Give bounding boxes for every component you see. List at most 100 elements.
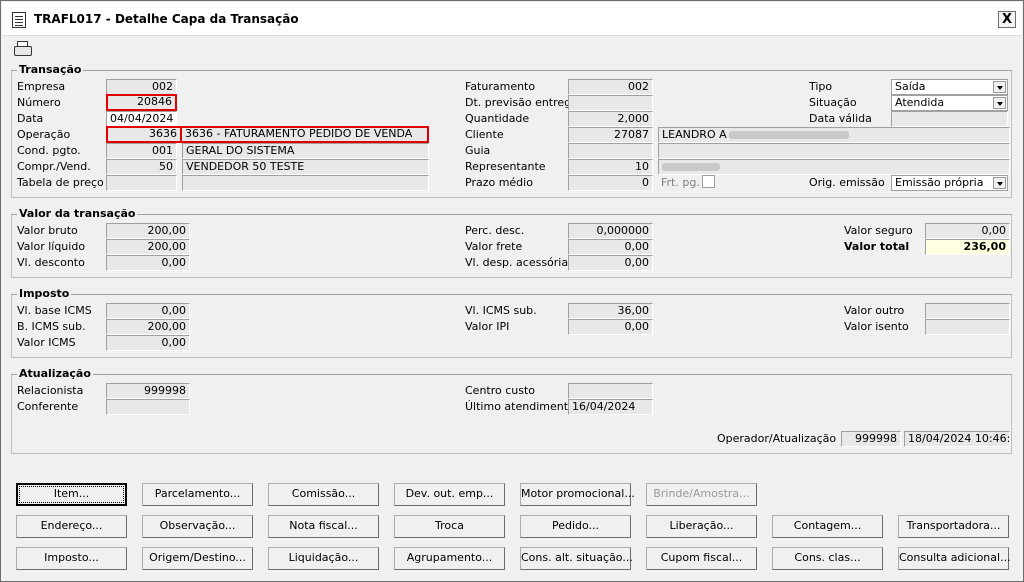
motor-promocional-button[interactable]: Motor promocional... bbox=[520, 483, 635, 506]
valor-frete-label: Valor frete bbox=[465, 240, 523, 253]
valor-isento-field[interactable] bbox=[925, 319, 1010, 335]
valor-seguro-label: Valor seguro bbox=[844, 224, 913, 237]
conferente-field[interactable] bbox=[106, 399, 190, 415]
data-valida-field[interactable] bbox=[891, 111, 1008, 127]
operador-code-field[interactable]: 999998 bbox=[841, 431, 901, 447]
endereco-button[interactable]: Endereço... bbox=[16, 515, 127, 538]
redacted-blur bbox=[662, 163, 720, 171]
dev-out-emp-button[interactable]: Dev. out. emp... bbox=[394, 483, 505, 506]
tipo-label: Tipo bbox=[809, 80, 833, 93]
valor-outro-field[interactable] bbox=[925, 303, 1010, 319]
valor-icms-field[interactable]: 0,00 bbox=[106, 335, 190, 351]
valor-bruto-field[interactable]: 200,00 bbox=[106, 223, 190, 239]
valor-ipi-label: Valor IPI bbox=[465, 320, 510, 333]
valor-outro-label: Valor outro bbox=[844, 304, 905, 317]
frt-pg-label: Frt. pg. bbox=[661, 176, 700, 189]
empresa-field[interactable]: 002 bbox=[106, 79, 177, 95]
cond-pgto-desc-field: GERAL DO SISTEMA bbox=[182, 143, 429, 159]
vl-icms-sub-field[interactable]: 36,00 bbox=[568, 303, 653, 319]
operador-datetime-field[interactable]: 18/04/2024 10:46:42 bbox=[904, 431, 1010, 447]
perc-desc-field[interactable]: 0,000000 bbox=[568, 223, 653, 239]
vl-icms-sub-label: Vl. ICMS sub. bbox=[465, 304, 537, 317]
parcelamento-button[interactable]: Parcelamento... bbox=[142, 483, 253, 506]
conferente-label: Conferente bbox=[17, 400, 79, 413]
valor-ipi-field[interactable]: 0,00 bbox=[568, 319, 653, 335]
document-icon bbox=[12, 12, 26, 28]
consulta-adicional-button[interactable]: Consulta adicional... bbox=[898, 547, 1011, 570]
situacao-label: Situação bbox=[809, 96, 857, 109]
frt-pg-checkbox[interactable] bbox=[702, 175, 715, 188]
window: TRAFL017 - Detalhe Capa da Transação X T… bbox=[0, 0, 1024, 582]
dt-previsao-field[interactable] bbox=[568, 95, 653, 111]
orig-emissao-select[interactable]: Emissão própria bbox=[891, 175, 1008, 191]
pedido-button[interactable]: Pedido... bbox=[520, 515, 631, 538]
vl-base-icms-field[interactable]: 0,00 bbox=[106, 303, 190, 319]
agrupamento-button[interactable]: Agrupamento... bbox=[394, 547, 505, 570]
b-icms-sub-field[interactable]: 200,00 bbox=[106, 319, 190, 335]
b-icms-sub-label: B. ICMS sub. bbox=[17, 320, 86, 333]
origem-destino-button[interactable]: Origem/Destino... bbox=[142, 547, 253, 570]
valor-frete-field[interactable]: 0,00 bbox=[568, 239, 653, 255]
cliente-name-field: LEANDRO A bbox=[658, 127, 1010, 143]
vl-desp-acessoria-label: Vl. desp. acessória bbox=[465, 256, 569, 269]
chevron-down-icon[interactable] bbox=[993, 97, 1006, 109]
compr-vend-code-field[interactable]: 50 bbox=[106, 159, 177, 175]
numero-label: Número bbox=[17, 96, 61, 109]
cons-alt-situacao-button[interactable]: Cons. alt. situação... bbox=[520, 547, 633, 570]
compr-vend-desc-field: VENDEDOR 50 TESTE bbox=[182, 159, 429, 175]
item-button[interactable]: Item... bbox=[16, 483, 127, 506]
vl-base-icms-label: Vl. base ICMS bbox=[17, 304, 92, 317]
numero-field[interactable]: 20846 bbox=[106, 94, 177, 111]
quantidade-field[interactable]: 2,000 bbox=[568, 111, 653, 127]
relacionista-field[interactable]: 999998 bbox=[106, 383, 190, 399]
printer-icon[interactable] bbox=[13, 41, 32, 57]
imposto-button[interactable]: Imposto... bbox=[16, 547, 127, 570]
nota-fiscal-button[interactable]: Nota fiscal... bbox=[268, 515, 379, 538]
situacao-select[interactable]: Atendida bbox=[891, 95, 1008, 111]
brinde-amostra-button[interactable]: Brinde/Amostra... bbox=[646, 483, 757, 506]
valor-total-field[interactable]: 236,00 bbox=[925, 239, 1010, 255]
chevron-down-icon[interactable] bbox=[993, 177, 1006, 189]
representante-code-field[interactable]: 10 bbox=[568, 159, 653, 175]
window-title: TRAFL017 - Detalhe Capa da Transação bbox=[34, 12, 299, 26]
compr-vend-label: Compr./Vend. bbox=[17, 160, 91, 173]
valor-liquido-field[interactable]: 200,00 bbox=[106, 239, 190, 255]
tipo-select[interactable]: Saída bbox=[891, 79, 1008, 95]
guia-code-field[interactable] bbox=[568, 143, 653, 159]
chevron-down-icon[interactable] bbox=[993, 81, 1006, 93]
valor-seguro-field[interactable]: 0,00 bbox=[925, 223, 1010, 239]
data-field[interactable]: 04/04/2024 bbox=[106, 111, 177, 127]
prazo-medio-field[interactable]: 0 bbox=[568, 175, 653, 191]
centro-custo-label: Centro custo bbox=[465, 384, 536, 397]
guia-label: Guia bbox=[465, 144, 491, 157]
cons-clas-button[interactable]: Cons. clas... bbox=[772, 547, 883, 570]
tabela-preco-code-field[interactable] bbox=[106, 175, 177, 191]
comissao-button[interactable]: Comissão... bbox=[268, 483, 379, 506]
empresa-label: Empresa bbox=[17, 80, 66, 93]
close-button[interactable]: X bbox=[998, 11, 1016, 28]
centro-custo-field[interactable] bbox=[568, 383, 653, 399]
group-title: Atualização bbox=[17, 367, 93, 380]
liquidacao-button[interactable]: Liquidação... bbox=[268, 547, 379, 570]
tipo-value: Saída bbox=[895, 80, 926, 93]
vl-desconto-field[interactable]: 0,00 bbox=[106, 255, 190, 271]
orig-emissao-value: Emissão própria bbox=[895, 176, 984, 189]
liberacao-button[interactable]: Liberação... bbox=[646, 515, 757, 538]
operacao-code-field[interactable]: 3636 bbox=[106, 126, 182, 143]
valor-bruto-label: Valor bruto bbox=[17, 224, 78, 237]
valor-icms-label: Valor ICMS bbox=[17, 336, 76, 349]
contagem-button[interactable]: Contagem... bbox=[772, 515, 883, 538]
cond-pgto-code-field[interactable]: 001 bbox=[106, 143, 177, 159]
cupom-fiscal-button[interactable]: Cupom fiscal... bbox=[646, 547, 757, 570]
operador-atualizacao-label: Operador/Atualização bbox=[717, 432, 837, 445]
ultimo-atendimento-field[interactable]: 16/04/2024 bbox=[568, 399, 653, 415]
transportadora-button[interactable]: Transportadora... bbox=[898, 515, 1009, 538]
operacao-desc-field: 3636 - FATURAMENTO PEDIDO DE VENDA bbox=[180, 126, 429, 143]
tabela-preco-desc-field bbox=[182, 175, 429, 191]
cliente-code-field[interactable]: 27087 bbox=[568, 127, 653, 143]
operacao-label: Operação bbox=[17, 128, 71, 141]
vl-desp-acessoria-field[interactable]: 0,00 bbox=[568, 255, 653, 271]
observacao-button[interactable]: Observação... bbox=[142, 515, 253, 538]
faturamento-field[interactable]: 002 bbox=[568, 79, 653, 95]
troca-button[interactable]: Troca bbox=[394, 515, 505, 538]
